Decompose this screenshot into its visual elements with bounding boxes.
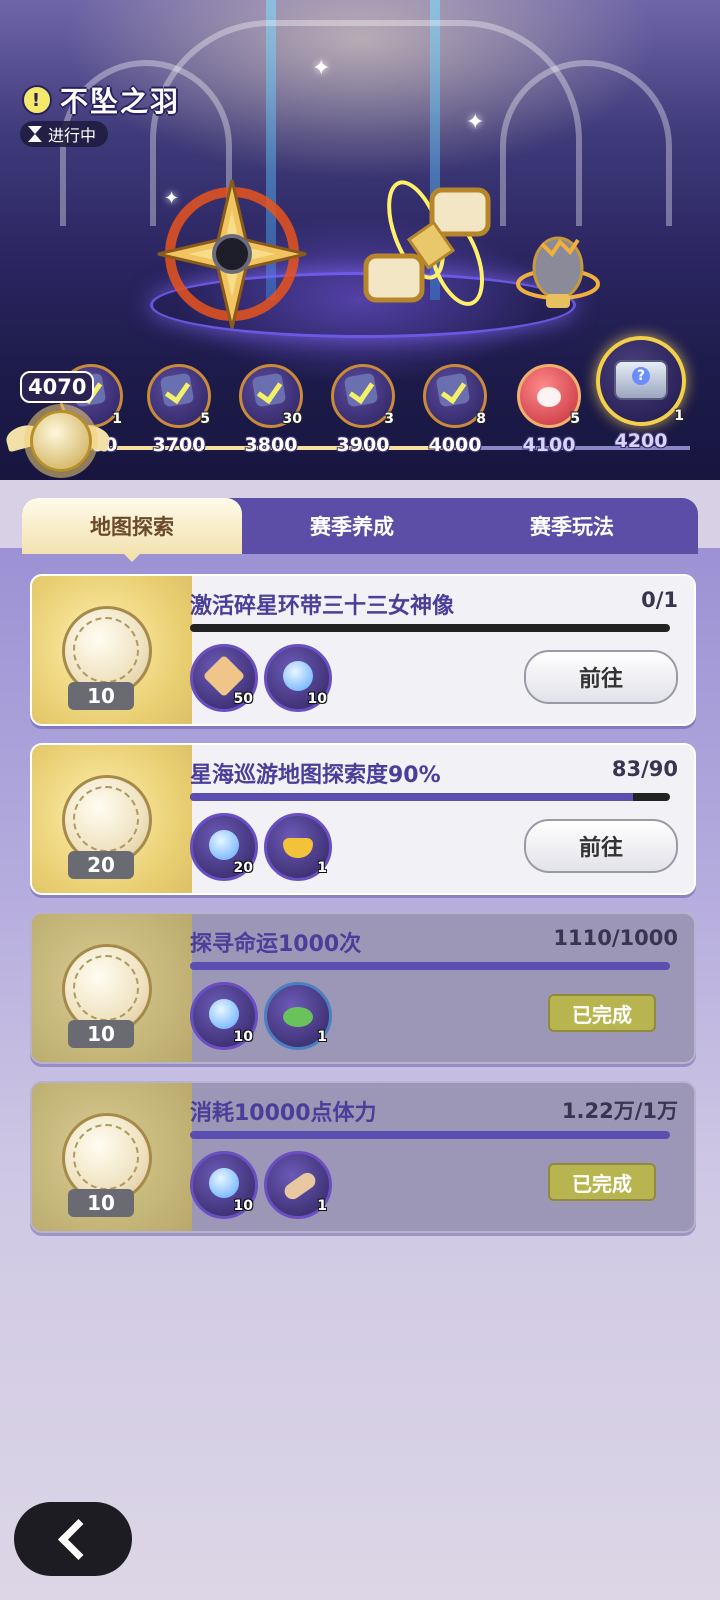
- egg-relic-icon: [516, 236, 600, 308]
- event-title: ! 不坠之羽: [22, 80, 180, 120]
- milestone-3700[interactable]: 5 3700: [134, 364, 224, 456]
- reward-area: 20: [32, 745, 192, 893]
- current-points: 4070: [20, 371, 95, 403]
- tab-map-explore[interactable]: 地图探索: [22, 498, 242, 562]
- progress-bar: [190, 793, 670, 801]
- milestone-4000[interactable]: 8 4000: [410, 364, 500, 456]
- check-ticket-icon: 30: [239, 364, 303, 428]
- milestone-count: 5: [200, 411, 210, 427]
- milestone-count: 8: [476, 411, 486, 427]
- item-quantity: 1: [317, 1198, 327, 1214]
- task-card: 10 探寻命运1000次 1110/1000 10 1 已完成: [30, 912, 696, 1064]
- milestone-value: 4000: [428, 434, 482, 456]
- item-quantity: 20: [233, 860, 253, 876]
- reward-area: 10: [32, 914, 192, 1062]
- milestone-3800[interactable]: 30 3800: [226, 364, 316, 456]
- item-quantity: 50: [233, 691, 253, 707]
- reward-area: 10: [32, 1083, 192, 1231]
- milestone-count: 1: [112, 411, 122, 427]
- task-title: 激活碎星环带三十三女神像: [190, 594, 455, 619]
- task-title: 星海巡游地图探索度90%: [190, 763, 441, 788]
- orb-icon[interactable]: 10: [190, 1151, 258, 1219]
- milestone-value: 4100: [522, 434, 576, 456]
- progress-bar: [190, 624, 670, 632]
- check-ticket-icon: 5: [147, 364, 211, 428]
- tab-bar: 地图探索 赛季养成 赛季玩法: [22, 498, 698, 562]
- compass-relic-icon: [157, 179, 307, 329]
- orb-icon[interactable]: 10: [190, 982, 258, 1050]
- reward-quantity: 10: [68, 682, 134, 710]
- task-progress: 0/1: [641, 588, 678, 612]
- tab-season-growth[interactable]: 赛季养成: [242, 498, 462, 554]
- milestone-count: 3: [384, 411, 394, 427]
- progress-bar: [190, 962, 670, 970]
- check-ticket-icon: 8: [423, 364, 487, 428]
- sparkle-icon: ✦: [312, 56, 331, 81]
- gold-ingot-icon[interactable]: 1: [264, 813, 332, 881]
- status-text: 进行中: [48, 126, 97, 145]
- milestone-count: 30: [282, 411, 302, 427]
- tab-season-gameplay[interactable]: 赛季玩法: [462, 498, 682, 554]
- task-card: 10 激活碎星环带三十三女神像 0/1 50 10 前往: [30, 574, 696, 726]
- task-progress: 83/90: [611, 757, 678, 781]
- completed-badge: 已完成: [548, 1163, 656, 1201]
- task-title: 消耗10000点体力: [190, 1101, 377, 1126]
- palace-arch: [500, 60, 672, 226]
- event-banner: ✦ ✦ ✦ ! 不坠之羽 进行中 1 3600: [0, 0, 720, 480]
- milestone-count: 1: [674, 408, 684, 424]
- back-button[interactable]: [14, 1502, 132, 1576]
- milestone-value: 4200: [614, 430, 668, 452]
- task-card: 10 消耗10000点体力 1.22万/1万 10 1 已完成: [30, 1081, 696, 1233]
- current-points-indicator: 4070: [3, 368, 113, 472]
- progress-bar: [190, 1131, 670, 1139]
- reward-quantity: 20: [68, 851, 134, 879]
- completed-badge: 已完成: [548, 994, 656, 1032]
- status-badge: 进行中: [20, 121, 109, 147]
- item-quantity: 10: [233, 1029, 253, 1045]
- milestone-4100[interactable]: 5 4100: [504, 364, 594, 456]
- milestone-value: 3900: [336, 434, 390, 456]
- winged-relic-icon: [363, 180, 491, 306]
- paw-icon: 5: [517, 364, 581, 428]
- reward-area: 10: [32, 576, 192, 724]
- check-ticket-icon: 3: [331, 364, 395, 428]
- task-card: 20 星海巡游地图探索度90% 83/90 20 1 前往: [30, 743, 696, 895]
- orb-icon[interactable]: 20: [190, 813, 258, 881]
- scroll-icon[interactable]: 1: [264, 1151, 332, 1219]
- item-quantity: 10: [307, 691, 327, 707]
- task-progress: 1.22万/1万: [561, 1099, 678, 1123]
- milestone-count: 5: [570, 411, 580, 427]
- alert-icon[interactable]: !: [22, 85, 52, 115]
- food-bowl-icon[interactable]: 1: [264, 982, 332, 1050]
- reward-quantity: 10: [68, 1020, 134, 1048]
- chevron-left-icon: [57, 1518, 99, 1560]
- task-title: 探寻命运1000次: [190, 932, 362, 957]
- item-quantity: 10: [233, 1198, 253, 1214]
- milestone-3900[interactable]: 3 3900: [318, 364, 408, 456]
- hourglass-icon: [28, 126, 42, 142]
- event-title-text: 不坠之羽: [60, 85, 181, 118]
- milestone-4200[interactable]: 1 4200: [596, 336, 686, 452]
- chest-icon: 1: [596, 336, 686, 426]
- milestone-value: 3700: [152, 434, 206, 456]
- sparkle-icon: ✦: [466, 110, 485, 135]
- go-button[interactable]: 前往: [524, 819, 678, 873]
- orb-icon[interactable]: 10: [264, 644, 332, 712]
- task-progress: 1110/1000: [553, 926, 678, 950]
- star-shard-icon[interactable]: 50: [190, 644, 258, 712]
- reward-quantity: 10: [68, 1189, 134, 1217]
- feather-coin-icon: [30, 410, 92, 472]
- go-button[interactable]: 前往: [524, 650, 678, 704]
- milestone-value: 3800: [244, 434, 298, 456]
- item-quantity: 1: [317, 860, 327, 876]
- item-quantity: 1: [317, 1029, 327, 1045]
